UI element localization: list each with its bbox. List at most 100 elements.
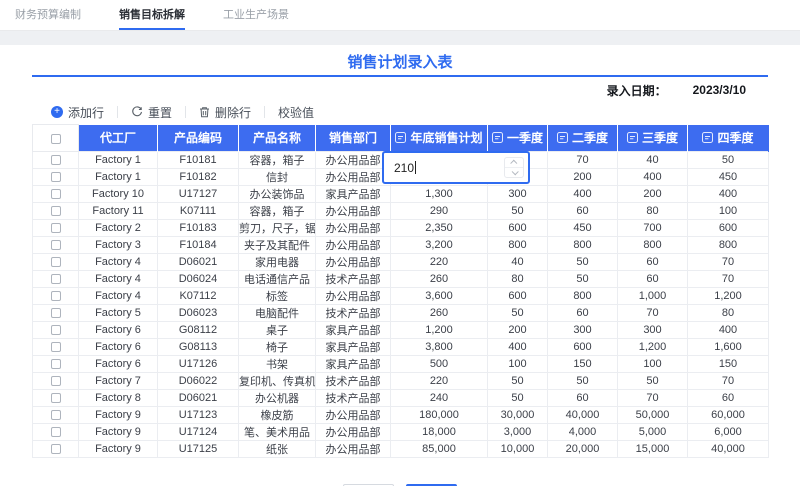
cell-q4[interactable]: 6,000 bbox=[688, 424, 769, 441]
cell-q2[interactable]: 300 bbox=[548, 322, 618, 339]
row-checkbox[interactable] bbox=[51, 410, 61, 420]
reset-rows-button[interactable]: 重置 bbox=[118, 104, 185, 121]
cell-annual-plan[interactable]: 3,200 bbox=[391, 237, 488, 254]
row-checkbox[interactable] bbox=[51, 172, 61, 182]
row-checkbox[interactable] bbox=[51, 257, 61, 267]
cell-q2[interactable]: 4,000 bbox=[548, 424, 618, 441]
cell-q2[interactable]: 40,000 bbox=[548, 407, 618, 424]
cell-q3[interactable]: 400 bbox=[618, 169, 688, 186]
validate-values-button[interactable]: 校验值 bbox=[265, 104, 327, 121]
cell-q1[interactable]: 80 bbox=[488, 271, 548, 288]
cell-q2[interactable]: 60 bbox=[548, 203, 618, 220]
select-all-checkbox[interactable] bbox=[51, 134, 61, 144]
row-checkbox[interactable] bbox=[51, 223, 61, 233]
cell-q4[interactable]: 80 bbox=[688, 305, 769, 322]
cell-q3[interactable]: 80 bbox=[618, 203, 688, 220]
cell-q1[interactable]: 30,000 bbox=[488, 407, 548, 424]
delete-row-button[interactable]: 删除行 bbox=[186, 104, 264, 121]
cell-q3[interactable]: 60 bbox=[618, 254, 688, 271]
cell-q3[interactable]: 200 bbox=[618, 186, 688, 203]
cell-q3[interactable]: 70 bbox=[618, 305, 688, 322]
row-checkbox[interactable] bbox=[51, 393, 61, 403]
cell-annual-plan[interactable]: 85,000 bbox=[391, 441, 488, 458]
cell-q1[interactable]: 3,000 bbox=[488, 424, 548, 441]
cell-q1[interactable]: 600 bbox=[488, 288, 548, 305]
cell-q1[interactable]: 200 bbox=[488, 322, 548, 339]
cell-q3[interactable]: 300 bbox=[618, 322, 688, 339]
cell-q4[interactable]: 150 bbox=[688, 356, 769, 373]
row-checkbox[interactable] bbox=[51, 342, 61, 352]
row-checkbox[interactable] bbox=[51, 427, 61, 437]
cell-q1[interactable]: 40 bbox=[488, 254, 548, 271]
row-checkbox[interactable] bbox=[51, 291, 61, 301]
row-checkbox[interactable] bbox=[51, 444, 61, 454]
cell-q3[interactable]: 800 bbox=[618, 237, 688, 254]
row-checkbox[interactable] bbox=[51, 376, 61, 386]
cell-q2[interactable]: 50 bbox=[548, 254, 618, 271]
cell-q3[interactable]: 40 bbox=[618, 152, 688, 169]
cell-q2[interactable]: 60 bbox=[548, 305, 618, 322]
annual-plan-cell-editor[interactable]: 210 bbox=[382, 151, 530, 184]
cell-q2[interactable]: 70 bbox=[548, 152, 618, 169]
cell-q2[interactable]: 60 bbox=[548, 390, 618, 407]
cell-q1[interactable]: 300 bbox=[488, 186, 548, 203]
cell-q4[interactable]: 70 bbox=[688, 254, 769, 271]
row-checkbox[interactable] bbox=[51, 325, 61, 335]
cell-q1[interactable]: 400 bbox=[488, 339, 548, 356]
cell-q4[interactable]: 450 bbox=[688, 169, 769, 186]
cell-q3[interactable]: 5,000 bbox=[618, 424, 688, 441]
cell-q1[interactable]: 50 bbox=[488, 373, 548, 390]
cell-q1[interactable]: 10,000 bbox=[488, 441, 548, 458]
cell-annual-plan[interactable]: 220 bbox=[391, 373, 488, 390]
tab-industrial-scene[interactable]: 工业生产场景 bbox=[223, 0, 289, 30]
cell-q2[interactable]: 20,000 bbox=[548, 441, 618, 458]
row-checkbox[interactable] bbox=[51, 189, 61, 199]
stepper-up-button[interactable] bbox=[505, 158, 523, 168]
cell-q3[interactable]: 100 bbox=[618, 356, 688, 373]
tab-sales-target[interactable]: 销售目标拆解 bbox=[119, 0, 185, 30]
cell-annual-plan[interactable]: 240 bbox=[391, 390, 488, 407]
cell-annual-plan[interactable]: 500 bbox=[391, 356, 488, 373]
tab-finance-budget[interactable]: 财务预算编制 bbox=[15, 0, 81, 30]
cell-q3[interactable]: 15,000 bbox=[618, 441, 688, 458]
row-checkbox[interactable] bbox=[51, 308, 61, 318]
cell-q2[interactable]: 400 bbox=[548, 186, 618, 203]
cell-annual-plan[interactable]: 290 bbox=[391, 203, 488, 220]
cell-q4[interactable]: 70 bbox=[688, 373, 769, 390]
cell-q2[interactable]: 50 bbox=[548, 271, 618, 288]
cell-q1[interactable]: 50 bbox=[488, 305, 548, 322]
cell-annual-plan[interactable]: 1,300 bbox=[391, 186, 488, 203]
cell-q2[interactable]: 800 bbox=[548, 288, 618, 305]
row-checkbox[interactable] bbox=[51, 274, 61, 284]
row-checkbox[interactable] bbox=[51, 240, 61, 250]
cell-q3[interactable]: 700 bbox=[618, 220, 688, 237]
cell-q2[interactable]: 150 bbox=[548, 356, 618, 373]
cell-annual-plan[interactable]: 260 bbox=[391, 271, 488, 288]
cell-q2[interactable]: 800 bbox=[548, 237, 618, 254]
cell-q3[interactable]: 70 bbox=[618, 390, 688, 407]
cell-q4[interactable]: 100 bbox=[688, 203, 769, 220]
cell-q2[interactable]: 200 bbox=[548, 169, 618, 186]
cell-q4[interactable]: 60,000 bbox=[688, 407, 769, 424]
cell-annual-plan[interactable]: 260 bbox=[391, 305, 488, 322]
cell-q4[interactable]: 50 bbox=[688, 152, 769, 169]
add-row-button[interactable]: 添加行 bbox=[38, 104, 117, 121]
cell-q1[interactable]: 50 bbox=[488, 390, 548, 407]
cell-q4[interactable]: 400 bbox=[688, 322, 769, 339]
cell-annual-plan[interactable]: 18,000 bbox=[391, 424, 488, 441]
cell-q4[interactable]: 1,600 bbox=[688, 339, 769, 356]
cell-q4[interactable]: 40,000 bbox=[688, 441, 769, 458]
cell-q4[interactable]: 60 bbox=[688, 390, 769, 407]
stepper-down-button[interactable] bbox=[505, 168, 523, 177]
cell-q4[interactable]: 600 bbox=[688, 220, 769, 237]
cell-annual-plan[interactable]: 220 bbox=[391, 254, 488, 271]
cell-q4[interactable]: 800 bbox=[688, 237, 769, 254]
cell-q1[interactable]: 600 bbox=[488, 220, 548, 237]
cell-annual-plan[interactable]: 3,600 bbox=[391, 288, 488, 305]
cell-q1[interactable]: 50 bbox=[488, 203, 548, 220]
cell-q1[interactable]: 800 bbox=[488, 237, 548, 254]
cell-q2[interactable]: 50 bbox=[548, 373, 618, 390]
row-checkbox[interactable] bbox=[51, 155, 61, 165]
cell-annual-plan[interactable]: 1,200 bbox=[391, 322, 488, 339]
cell-q2[interactable]: 450 bbox=[548, 220, 618, 237]
